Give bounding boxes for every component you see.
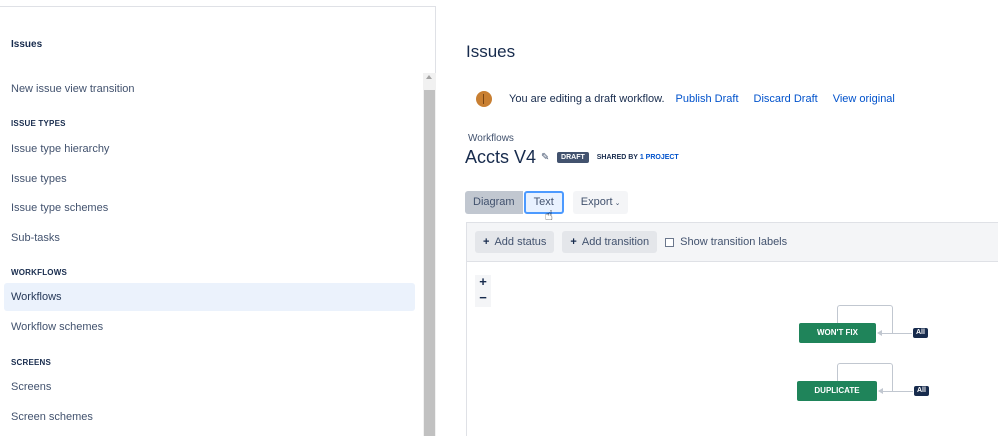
sidebar-section-workflows: WORKFLOWS [11, 268, 68, 277]
discard-draft-link[interactable]: Discard Draft [754, 93, 818, 105]
add-transition-button[interactable]: + Add transition [562, 231, 658, 253]
scrollbar-thumb[interactable] [424, 90, 435, 436]
zoom-in-button[interactable]: + [475, 275, 491, 291]
transition-line [883, 391, 913, 392]
plus-icon: + [570, 236, 577, 248]
add-status-label: Add status [494, 236, 547, 248]
add-transition-label: Add transition [581, 236, 650, 248]
export-label: Export [580, 196, 613, 208]
sidebar-section-issue-types: ISSUE TYPES [11, 119, 66, 128]
show-transition-labels-label: Show transition labels [680, 236, 788, 248]
shared-by-label: SHARED BY 1 PROJECT [597, 154, 679, 161]
view-original-link[interactable]: View original [833, 93, 895, 105]
zoom-out-button[interactable]: − [475, 291, 491, 307]
sidebar-item-issue-type-schemes[interactable]: Issue type schemes [4, 194, 415, 222]
avatar [476, 91, 492, 107]
status-wont-fix[interactable]: WON'T FIX [799, 323, 876, 343]
show-transition-labels-checkbox[interactable] [665, 237, 675, 247]
workflow-header: Accts V4 ✎ DRAFT SHARED BY 1 PROJECT [465, 147, 679, 168]
sidebar: Issues New issue view transition ISSUE T… [0, 6, 436, 436]
sidebar-item-workflow-schemes[interactable]: Workflow schemes [4, 313, 415, 341]
chevron-down-icon: ⌄ [614, 200, 621, 207]
edit-pencil-icon[interactable]: ✎ [541, 152, 551, 163]
draft-notice-text: You are editing a draft workflow. [509, 93, 665, 105]
sidebar-item-screens[interactable]: Screens [4, 373, 415, 401]
tab-diagram[interactable]: Diagram [465, 191, 523, 214]
transition-line [882, 333, 912, 334]
sidebar-item-screen-schemes[interactable]: Screen schemes [4, 403, 415, 431]
draft-lozenge: DRAFT [557, 152, 589, 163]
workflow-name: Accts V4 [465, 147, 537, 167]
plus-icon: + [483, 236, 490, 248]
all-transition-tag[interactable]: All [914, 386, 929, 396]
sidebar-title: Issues [11, 39, 43, 50]
sidebar-item-workflows[interactable]: Workflows [4, 283, 415, 311]
sidebar-item-sub-tasks[interactable]: Sub-tasks [4, 224, 415, 252]
tab-text[interactable]: Text ☝ [523, 191, 564, 223]
draft-notice: You are editing a draft workflow. Publis… [476, 90, 910, 108]
diagram-toolbar: + Add status + Add transition Show transit… [467, 223, 998, 262]
shared-project-link[interactable]: 1 PROJECT [640, 154, 679, 161]
breadcrumb-workflows[interactable]: Workflows [468, 133, 514, 144]
all-transition-tag[interactable]: All [913, 328, 928, 338]
publish-draft-link[interactable]: Publish Draft [676, 93, 739, 105]
sidebar-item-issue-type-hierarchy[interactable]: Issue type hierarchy [4, 135, 415, 163]
show-transition-labels-toggle[interactable]: Show transition labels [665, 236, 787, 248]
scroll-up-arrow-icon[interactable] [426, 75, 432, 79]
sidebar-item-new-issue-view-transition[interactable]: New issue view transition [4, 75, 415, 103]
shared-by-prefix: SHARED BY [596, 154, 638, 161]
page-title: Issues [466, 42, 516, 61]
sidebar-section-screens: SCREENS [11, 358, 52, 367]
sidebar-scrollbar[interactable] [423, 73, 436, 436]
export-button[interactable]: Export ⌄ [572, 191, 629, 214]
view-tabs: Diagram Text ☝ Export ⌄ [465, 191, 629, 223]
add-status-button[interactable]: + Add status [475, 231, 555, 253]
workflow-diagram-canvas[interactable]: + Add status + Add transition Show transit… [466, 222, 998, 436]
sidebar-item-issue-types[interactable]: Issue types [4, 165, 415, 193]
status-duplicate[interactable]: DUPLICATE [797, 381, 877, 401]
